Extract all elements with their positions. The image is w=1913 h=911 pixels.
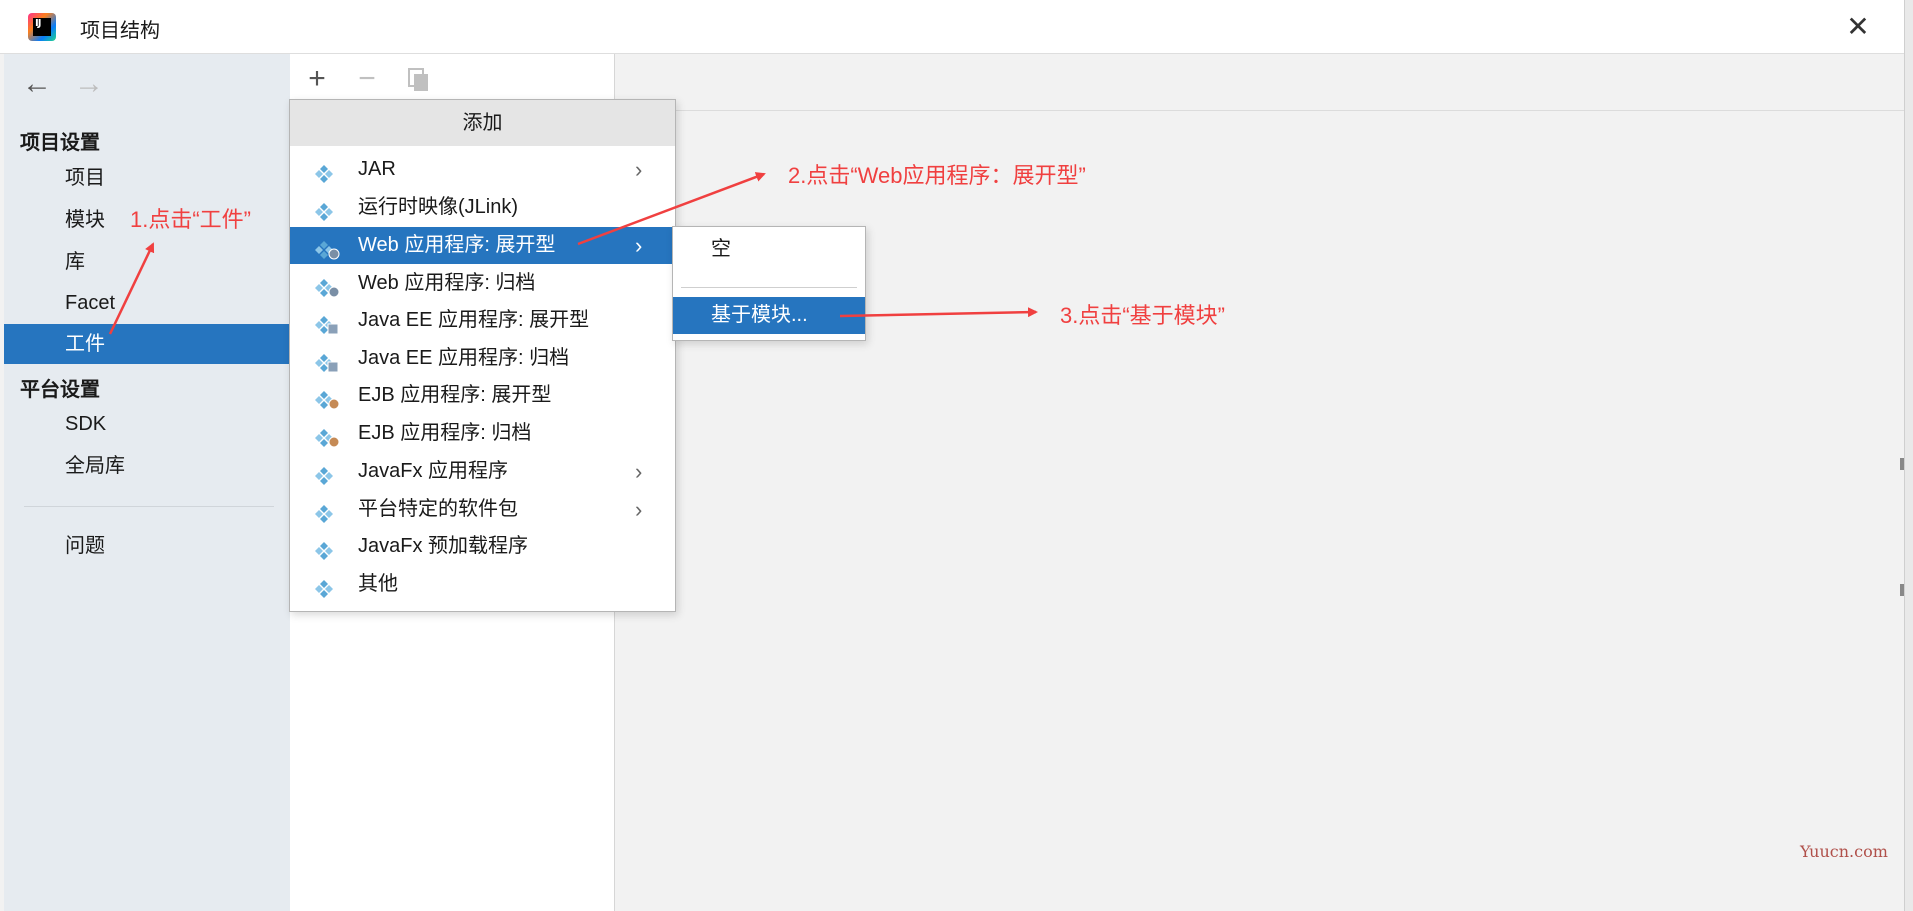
submenu-item-label: 基于模块... (711, 304, 808, 326)
artifact-icon (315, 575, 341, 598)
annotation-step1: 1.点击“工件” (130, 207, 252, 232)
menu-item-label: JavaFx 应用程序 (358, 460, 509, 482)
sidebar-item-facets[interactable]: Facet (4, 283, 290, 323)
close-button[interactable]: ✕ (1840, 10, 1876, 44)
javaee-artifact-icon (315, 311, 341, 335)
javaee-artifact-icon (315, 349, 341, 373)
submenu-item-label: 空 (711, 238, 731, 260)
menu-item-label: EJB 应用程序: 归档 (358, 422, 532, 444)
menu-item-8[interactable]: JavaFx 应用程序 › (290, 453, 675, 490)
menu-item-label: EJB 应用程序: 展开型 (358, 384, 552, 406)
menu-item-label: Java EE 应用程序: 归档 (358, 347, 570, 369)
sidebar: ← → 项目设置 项目 模块 库 Facet 工件 平台设置 SDK 全局库 问… (4, 54, 290, 911)
menu-item-9[interactable]: 平台特定的软件包 › (290, 491, 675, 528)
back-arrow-icon[interactable]: ← (20, 68, 54, 102)
ejb-artifact-icon (315, 424, 341, 448)
menu-item-6[interactable]: EJB 应用程序: 展开型 (290, 377, 675, 414)
menu-item-label: Java EE 应用程序: 展开型 (358, 309, 590, 331)
web-artifact-icon (315, 274, 341, 298)
artifact-icon (315, 462, 341, 485)
sidebar-item-label: SDK (65, 413, 107, 435)
sidebar-item-sdk[interactable]: SDK (4, 404, 290, 444)
scrollbar-mark (1900, 584, 1904, 596)
watermark: Yuucn.com (1800, 842, 1888, 861)
menu-item-label: JavaFx 预加载程序 (358, 535, 529, 557)
sidebar-item-label: 问题 (65, 535, 105, 557)
menu-item-0[interactable]: JAR › (290, 151, 675, 188)
sidebar-item-label: Facet (65, 292, 116, 314)
popup-title: 添加 (290, 100, 675, 146)
chevron-right-icon: › (635, 157, 643, 182)
menu-item-11[interactable]: 其他 (290, 566, 675, 603)
sidebar-item-label: 项目 (65, 167, 105, 189)
project-settings-header: 项目设置 (20, 132, 100, 154)
web-artifact-icon (315, 236, 341, 260)
menu-item-label: 运行时映像(JLink) (358, 196, 519, 218)
sidebar-item-artifacts[interactable]: 工件 (4, 324, 290, 364)
submenu-item-empty[interactable]: 空 (673, 231, 865, 268)
menu-item-label: 平台特定的软件包 (358, 498, 518, 520)
scrollbar-mark (1900, 458, 1904, 470)
window-title: 项目结构 (80, 20, 160, 42)
menu-item-7[interactable]: EJB 应用程序: 归档 (290, 415, 675, 452)
web-exploded-submenu: 空 基于模块... (672, 226, 866, 341)
chevron-right-icon: › (635, 497, 643, 522)
remove-icon[interactable]: − (350, 62, 384, 96)
artifact-icon (315, 160, 341, 183)
menu-item-1[interactable]: 运行时映像(JLink) (290, 189, 675, 226)
ejb-artifact-icon (315, 386, 341, 410)
menu-item-5[interactable]: Java EE 应用程序: 归档 (290, 340, 675, 377)
intellij-logo-icon (28, 13, 56, 41)
platform-settings-header: 平台设置 (20, 379, 100, 401)
add-icon[interactable]: + (300, 62, 334, 96)
menu-item-label: Web 应用程序: 归档 (358, 272, 536, 294)
add-artifact-popup: 添加 JAR › 运行时映像(JLink) Web 应用程序: 展开型 › Web 应用程… (289, 99, 676, 612)
sidebar-item-global-libraries[interactable]: 全局库 (4, 446, 290, 486)
chevron-right-icon: › (635, 233, 643, 258)
annotation-step3: 3.点击“基于模块” (1060, 303, 1226, 328)
sidebar-item-label: 工件 (65, 333, 105, 355)
sidebar-item-label: 模块 (65, 209, 105, 231)
details-header (615, 54, 1904, 111)
menu-item-4[interactable]: Java EE 应用程序: 展开型 (290, 302, 675, 339)
sidebar-item-libraries[interactable]: 库 (4, 242, 290, 282)
copy-icon[interactable] (402, 62, 436, 96)
sidebar-item-label: 全局库 (65, 455, 125, 477)
menu-item-2[interactable]: Web 应用程序: 展开型 › (290, 227, 675, 264)
title-bar: 项目结构 ✕ (0, 0, 1904, 54)
menu-item-label: Web 应用程序: 展开型 (358, 234, 556, 256)
artifact-icon (315, 198, 341, 221)
chevron-right-icon: › (635, 459, 643, 484)
project-structure-window: 项目结构 ✕ ← → 项目设置 项目 模块 库 Facet 工件 平台设置 SD… (0, 0, 1905, 911)
artifact-icon (315, 537, 341, 560)
submenu-divider (681, 287, 857, 288)
annotation-step2: 2.点击“Web应用程序：展开型” (788, 163, 1086, 188)
sidebar-divider (24, 506, 274, 507)
menu-item-10[interactable]: JavaFx 预加载程序 (290, 528, 675, 565)
sidebar-item-project[interactable]: 项目 (4, 158, 290, 198)
menu-item-label: JAR (358, 158, 396, 180)
sidebar-item-problems[interactable]: 问题 (4, 526, 290, 566)
artifact-icon (315, 500, 341, 523)
forward-arrow-icon[interactable]: → (72, 68, 106, 102)
sidebar-item-label: 库 (65, 251, 85, 273)
menu-item-label: 其他 (358, 573, 398, 595)
menu-item-3[interactable]: Web 应用程序: 归档 (290, 265, 675, 302)
submenu-item-from-module[interactable]: 基于模块... (673, 297, 865, 334)
